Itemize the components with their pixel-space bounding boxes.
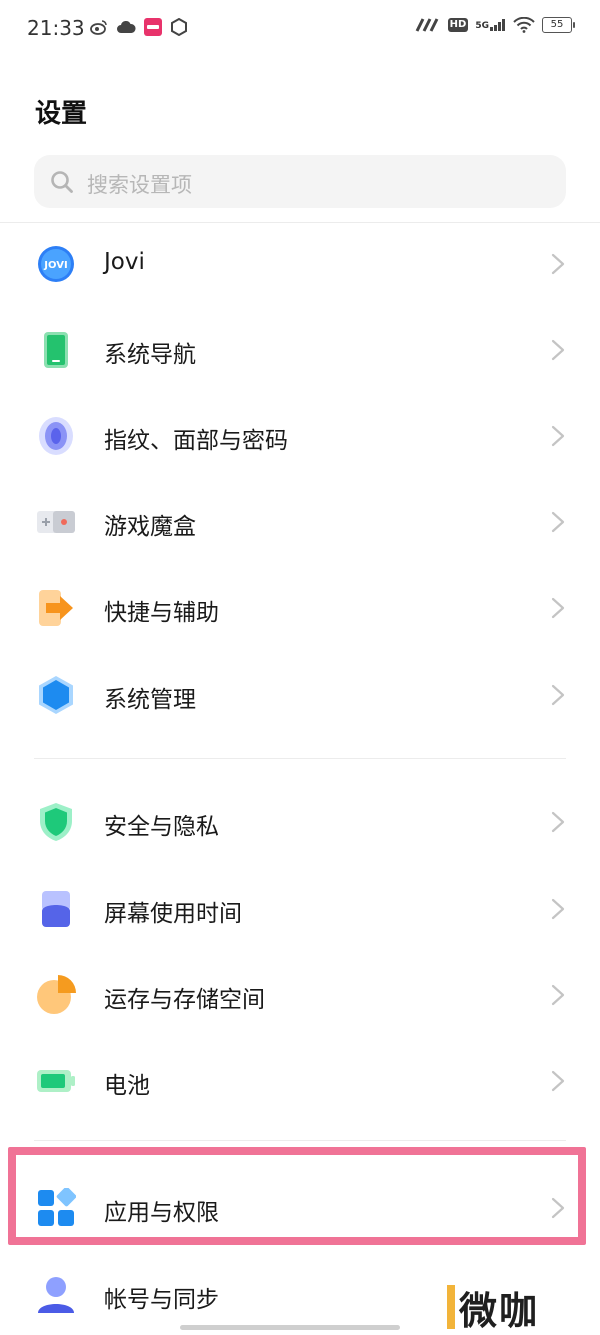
watermark: 微咖 bbox=[447, 1283, 539, 1333]
signal-icon bbox=[415, 18, 439, 32]
game-box-icon bbox=[37, 511, 75, 533]
settings-item-label: 系统管理 bbox=[104, 687, 196, 713]
hexagon-icon bbox=[171, 18, 187, 36]
chevron-right-icon bbox=[551, 425, 565, 447]
settings-item-label: 游戏魔盒 bbox=[104, 514, 196, 540]
chevron-right-icon bbox=[551, 898, 565, 920]
settings-item-label: 快捷与辅助 bbox=[104, 600, 219, 626]
search-input[interactable]: 搜索设置项 bbox=[34, 155, 566, 208]
settings-item-game-box[interactable]: 游戏魔盒 bbox=[0, 482, 600, 562]
home-indicator[interactable] bbox=[180, 1325, 400, 1330]
settings-item-label: 指纹、面部与密码 bbox=[104, 428, 288, 454]
settings-item-label: 屏幕使用时间 bbox=[104, 901, 242, 927]
status-right-icons: HD 5G 55 bbox=[415, 17, 575, 33]
cloud-icon bbox=[117, 20, 136, 33]
settings-item-fingerprint[interactable]: 指纹、面部与密码 bbox=[0, 396, 600, 476]
status-left-icons bbox=[90, 18, 188, 36]
shortcut-arrow-icon bbox=[39, 590, 73, 626]
hd-icon: HD bbox=[447, 18, 469, 32]
weibo-icon bbox=[90, 20, 107, 35]
app-badge-icon bbox=[144, 18, 162, 36]
settings-item-label: 安全与隐私 bbox=[104, 814, 219, 840]
battery-indicator: 55 bbox=[542, 17, 575, 33]
status-time: 21:33 bbox=[27, 16, 85, 40]
shield-icon bbox=[40, 803, 72, 841]
network-type: 5G bbox=[475, 21, 489, 31]
5g-signal-icon: 5G bbox=[475, 19, 506, 31]
settings-item-screen-time[interactable]: 屏幕使用时间 bbox=[0, 869, 600, 949]
settings-item-jovi[interactable]: JOVI Jovi bbox=[0, 224, 600, 304]
page-title: 设置 bbox=[35, 99, 88, 129]
group-divider bbox=[34, 1140, 566, 1141]
top-divider bbox=[0, 222, 600, 223]
settings-item-security-privacy[interactable]: 安全与隐私 bbox=[0, 782, 600, 862]
chevron-right-icon bbox=[551, 339, 565, 361]
fingerprint-icon bbox=[39, 417, 73, 455]
settings-item-system-management[interactable]: 系统管理 bbox=[0, 655, 600, 735]
account-icon bbox=[38, 1277, 74, 1313]
system-hexagon-icon bbox=[39, 676, 73, 714]
settings-item-label: Jovi bbox=[104, 249, 145, 275]
chevron-right-icon bbox=[551, 511, 565, 533]
screen-time-icon bbox=[42, 891, 70, 927]
highlight-frame bbox=[8, 1147, 586, 1245]
settings-item-battery[interactable]: 电池 bbox=[0, 1041, 600, 1121]
settings-item-label: 运存与存储空间 bbox=[104, 987, 265, 1013]
chevron-right-icon bbox=[551, 684, 565, 706]
phone-navigation-icon bbox=[44, 332, 68, 368]
status-bar: 21:33 HD 5G 55 bbox=[0, 0, 600, 58]
chevron-right-icon bbox=[551, 597, 565, 619]
group-divider bbox=[34, 758, 566, 759]
settings-item-label: 系统导航 bbox=[104, 342, 196, 368]
settings-item-label: 电池 bbox=[104, 1073, 150, 1099]
chevron-right-icon bbox=[551, 253, 565, 275]
settings-item-shortcuts[interactable]: 快捷与辅助 bbox=[0, 568, 600, 648]
battery-icon bbox=[37, 1070, 75, 1092]
chevron-right-icon bbox=[551, 1070, 565, 1092]
settings-item-system-navigation[interactable]: 系统导航 bbox=[0, 310, 600, 390]
chevron-right-icon bbox=[551, 984, 565, 1006]
chevron-right-icon bbox=[551, 811, 565, 833]
search-placeholder: 搜索设置项 bbox=[87, 173, 192, 197]
search-icon bbox=[51, 171, 73, 193]
jovi-icon: JOVI bbox=[38, 246, 74, 282]
storage-pie-icon bbox=[37, 975, 76, 1014]
settings-item-label: 帐号与同步 bbox=[104, 1287, 219, 1313]
watermark-mark bbox=[447, 1285, 455, 1329]
watermark-text: 微咖 bbox=[459, 1288, 540, 1333]
svg-text:JOVI: JOVI bbox=[43, 260, 67, 271]
wifi-icon bbox=[513, 17, 535, 33]
settings-item-storage[interactable]: 运存与存储空间 bbox=[0, 955, 600, 1035]
